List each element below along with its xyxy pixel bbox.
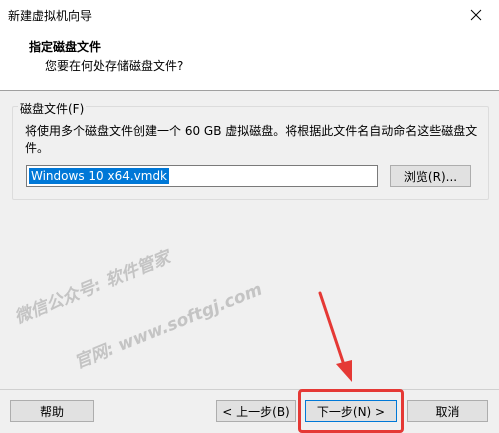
wizard-header: 指定磁盘文件 您要在何处存储磁盘文件? [0, 30, 499, 91]
disk-file-legend: 磁盘文件(F) [18, 100, 87, 117]
close-icon [470, 9, 482, 21]
browse-button[interactable]: 浏览(R)... [390, 165, 471, 187]
title-bar: 新建虚拟机向导 [0, 0, 499, 30]
page-subtitle: 您要在何处存储磁盘文件? [45, 59, 184, 73]
close-button[interactable] [453, 0, 499, 30]
next-button-highlight [298, 389, 404, 433]
page-title: 指定磁盘文件 [29, 40, 102, 54]
help-button[interactable]: 帮助 [10, 400, 94, 422]
back-button[interactable]: < 上一步(B) [216, 400, 296, 422]
window-title: 新建虚拟机向导 [8, 9, 93, 23]
disk-file-description: 将使用多个磁盘文件创建一个 60 GB 虚拟磁盘。将根据此文件名自动命名这些磁盘… [25, 124, 478, 155]
cancel-button[interactable]: 取消 [407, 400, 488, 422]
watermark-line-1: 微信公众号: 软件管家 [11, 247, 174, 329]
disk-file-value: Windows 10 x64.vmdk [29, 168, 170, 184]
disk-file-input[interactable]: Windows 10 x64.vmdk [26, 165, 378, 187]
footer-divider [0, 389, 499, 390]
